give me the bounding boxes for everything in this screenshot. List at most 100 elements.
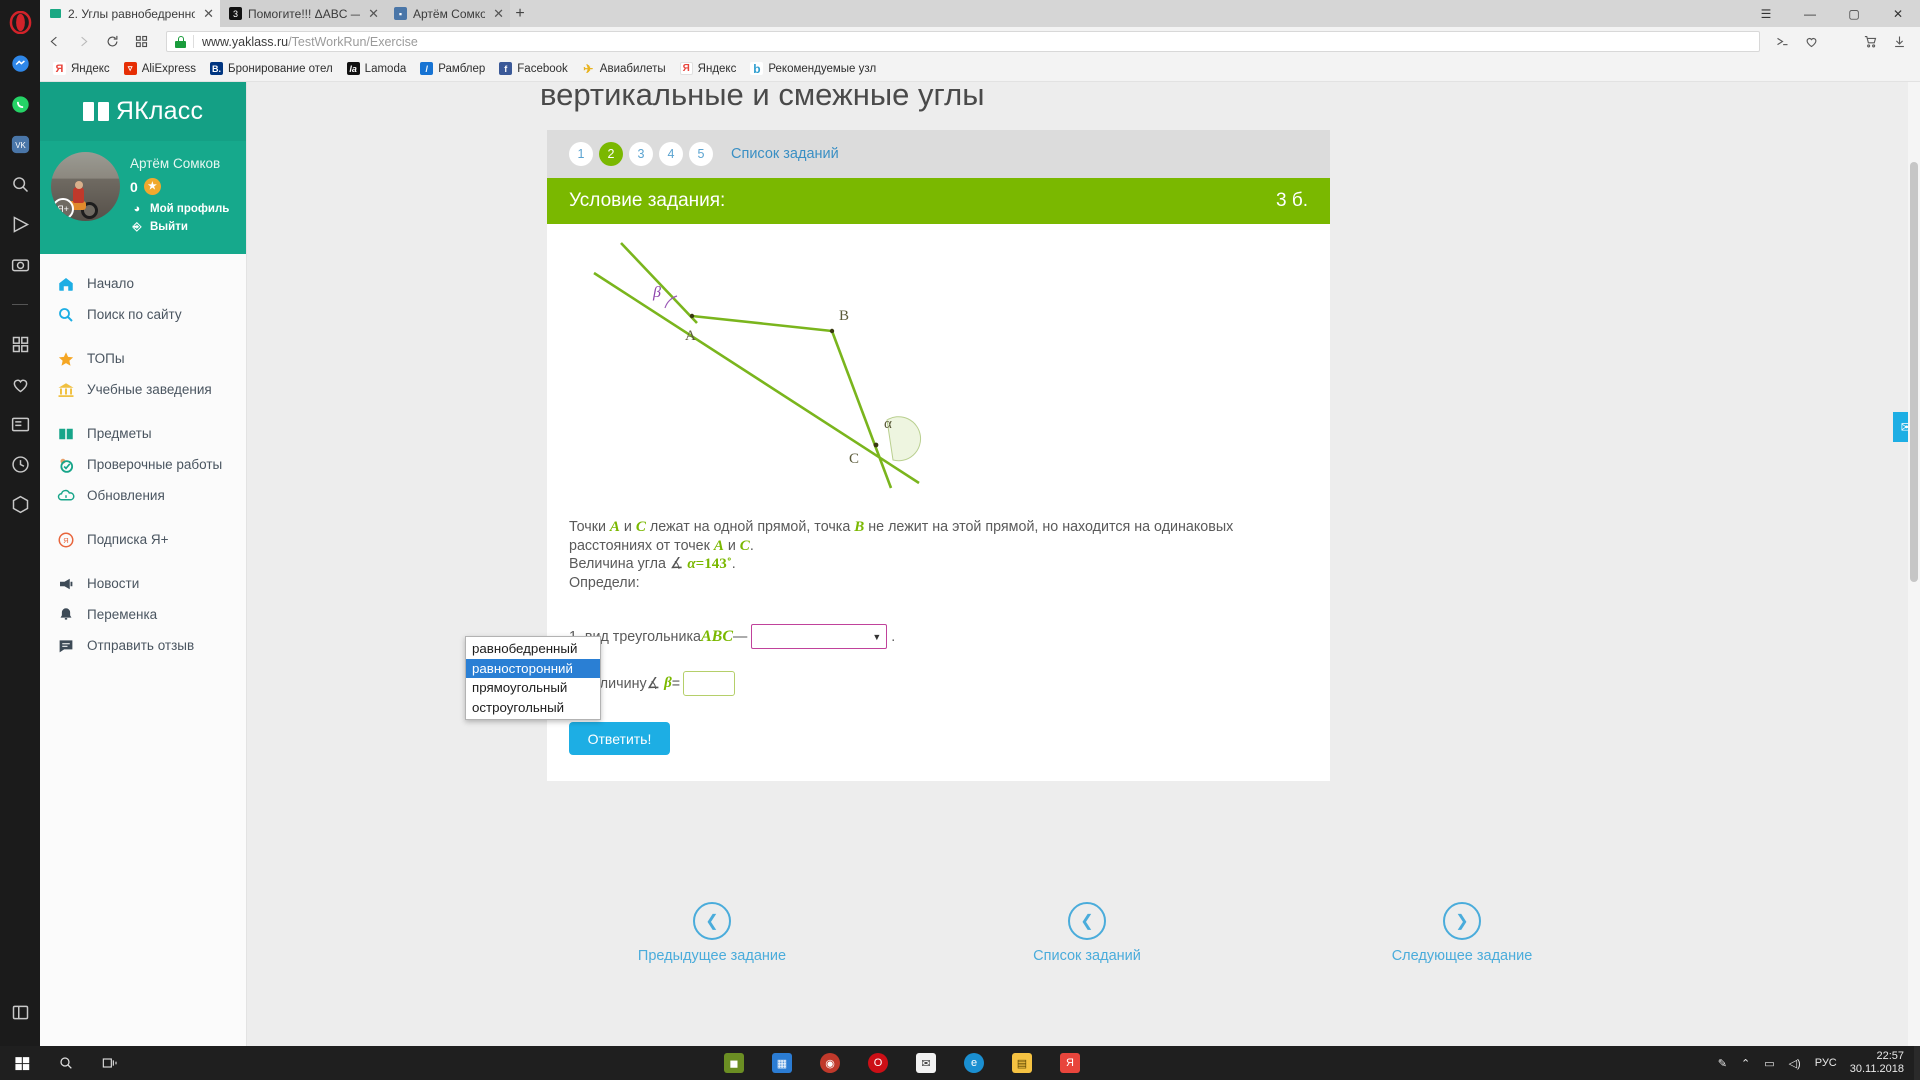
browser-tab-1[interactable]: 2. Углы равнобедренного ✕	[40, 0, 220, 27]
points-badge: 3 б.	[1275, 190, 1308, 211]
taskbar-app-opera[interactable]: O	[854, 1046, 902, 1080]
maximize-button[interactable]: ▢	[1832, 0, 1876, 27]
sidebar-item-tests[interactable]: Проверочные работы	[40, 449, 246, 480]
taskbar-app-media[interactable]: ◉	[806, 1046, 854, 1080]
yaklass-logo[interactable]: ЯКласс	[40, 82, 246, 141]
download-icon[interactable]	[1885, 27, 1914, 56]
triangle-type-dropdown-list[interactable]: равнобедренный равносторонний прямоуголь…	[465, 636, 601, 720]
sidebar-item-home[interactable]: Начало	[40, 268, 246, 299]
show-desktop-button[interactable]	[1914, 1046, 1920, 1080]
dropdown-option-3[interactable]: прямоугольный	[466, 678, 600, 698]
taskbar-app-mail[interactable]: ✉	[902, 1046, 950, 1080]
reload-button[interactable]	[98, 27, 127, 56]
sidebar-item-break[interactable]: Переменка	[40, 599, 246, 630]
my-profile-link[interactable]: ◕ Мой профиль	[130, 202, 230, 216]
back-button[interactable]	[40, 27, 69, 56]
address-bar[interactable]: www.yaklass.ru/TestWorkRun/Exercise	[166, 31, 1760, 52]
taskbar-app-box[interactable]: ◼	[710, 1046, 758, 1080]
logout-label: Выйти	[150, 221, 188, 233]
news-icon[interactable]	[0, 404, 40, 444]
minimize-button[interactable]: —	[1788, 0, 1832, 27]
answer-button[interactable]: Ответить!	[569, 722, 670, 755]
sidebar-item-institutions[interactable]: Учебные заведения	[40, 374, 246, 405]
bookmark-item[interactable]: ▿ AliExpress	[117, 56, 203, 82]
sidebar-item-search[interactable]: Поиск по сайту	[40, 299, 246, 330]
pen-icon[interactable]: ✎	[1711, 1057, 1734, 1070]
bookmark-item[interactable]: f Facebook	[492, 56, 575, 82]
heart-icon[interactable]	[0, 364, 40, 404]
sidebar-item-news[interactable]: Новости	[40, 568, 246, 599]
logout-link[interactable]: ⎆ Выйти	[130, 220, 229, 234]
bookmark-item[interactable]: Я Яндекс	[46, 56, 117, 82]
step-1[interactable]: 1	[569, 142, 593, 166]
messenger-icon[interactable]	[0, 44, 40, 84]
taskbar-app-explorer[interactable]: ▤	[998, 1046, 1046, 1080]
bookmark-item[interactable]: ✈ Авиабилеты	[575, 56, 673, 82]
opera-logo-icon[interactable]	[0, 0, 40, 44]
speed-dial-icon[interactable]	[0, 324, 40, 364]
scrollbar-thumb[interactable]	[1910, 162, 1918, 582]
network-icon[interactable]: ▭	[1757, 1057, 1781, 1070]
send-icon[interactable]	[1768, 27, 1797, 56]
close-button[interactable]: ✕	[1876, 0, 1920, 27]
sidebar-item-subjects[interactable]: Предметы	[40, 418, 246, 449]
search-icon[interactable]	[0, 164, 40, 204]
sidebar-item-label: Отправить отзыв	[87, 638, 195, 653]
taskbar-search-icon[interactable]	[44, 1046, 88, 1080]
prev-task-nav[interactable]: ❮ Предыдущее задание	[547, 902, 877, 964]
history-icon[interactable]	[0, 444, 40, 484]
beta-input[interactable]	[683, 671, 736, 696]
task-view-icon[interactable]	[88, 1046, 132, 1080]
bookmark-item[interactable]: b Рекомендуемые узл	[743, 56, 883, 82]
bookmark-item[interactable]: Я Яндекс	[673, 56, 744, 82]
chevron-up-icon[interactable]: ⌃	[1734, 1057, 1757, 1070]
browser-menu-icon[interactable]: ☰	[1744, 0, 1788, 27]
volume-icon[interactable]: ◁)	[1782, 1057, 1808, 1070]
text-fragment: и	[723, 537, 740, 554]
next-task-nav[interactable]: ❯ Следующее задание	[1297, 902, 1627, 964]
tab-close-icon[interactable]: ✕	[493, 7, 504, 20]
tab-close-icon[interactable]: ✕	[203, 7, 214, 20]
avatar[interactable]: Я+	[51, 152, 120, 221]
taskbar-app-edge[interactable]: e	[950, 1046, 998, 1080]
task-list-nav[interactable]: ❮ Список заданий	[922, 902, 1252, 964]
panel-toggle-icon[interactable]	[0, 992, 40, 1032]
cart-icon[interactable]	[1856, 27, 1885, 56]
whatsapp-icon[interactable]	[0, 84, 40, 124]
taskbar-app-store[interactable]: ▦	[758, 1046, 806, 1080]
step-5[interactable]: 5	[689, 142, 713, 166]
camera-icon[interactable]	[0, 244, 40, 284]
step-3[interactable]: 3	[629, 142, 653, 166]
sidebar-item-updates[interactable]: Обновления	[40, 480, 246, 511]
extensions-icon[interactable]	[0, 484, 40, 524]
dropdown-option-1[interactable]: равнобедренный	[466, 639, 600, 659]
triangle-type-select[interactable]: ▼	[751, 624, 888, 649]
forward-button[interactable]	[69, 27, 98, 56]
step-2[interactable]: 2	[599, 142, 623, 166]
speed-dial-button[interactable]	[127, 27, 156, 56]
bookmark-item[interactable]: / Рамблер	[413, 56, 492, 82]
browser-tab-3[interactable]: ▪ Артём Сомков ✕	[385, 0, 510, 27]
step-4[interactable]: 4	[659, 142, 683, 166]
vk-icon[interactable]: VK	[0, 124, 40, 164]
page-scrollbar[interactable]	[1908, 82, 1920, 1046]
bookmark-item[interactable]: la Lamoda	[340, 56, 414, 82]
svg-text:Я: Я	[63, 536, 68, 545]
sidebar-item-subscription[interactable]: Я Подписка Я+	[40, 524, 246, 555]
dropdown-option-2[interactable]: равносторонний	[466, 658, 600, 678]
sidebar-item-feedback[interactable]: Отправить отзыв	[40, 630, 246, 661]
task-list-link[interactable]: Список заданий	[731, 146, 839, 162]
browser-tab-2[interactable]: 3 Помогите!!! ΔABC — рав ✕	[220, 0, 385, 27]
windows-start-icon[interactable]	[0, 1046, 44, 1080]
dropdown-option-4[interactable]: остроугольный	[466, 698, 600, 718]
bookmark-item[interactable]: B. Бронирование отел	[203, 56, 340, 82]
booking-icon: B.	[210, 62, 224, 75]
tab-close-icon[interactable]: ✕	[368, 7, 379, 20]
sidebar-item-tops[interactable]: ТОПы	[40, 343, 246, 374]
play-icon[interactable]	[0, 204, 40, 244]
new-tab-button[interactable]: +	[510, 4, 530, 24]
language-indicator[interactable]: РУС	[1808, 1057, 1844, 1069]
taskbar-app-yandex[interactable]: Я	[1046, 1046, 1094, 1080]
taskbar-clock[interactable]: 22:57 30.11.2018	[1844, 1050, 1914, 1076]
heart-icon[interactable]	[1797, 27, 1826, 56]
